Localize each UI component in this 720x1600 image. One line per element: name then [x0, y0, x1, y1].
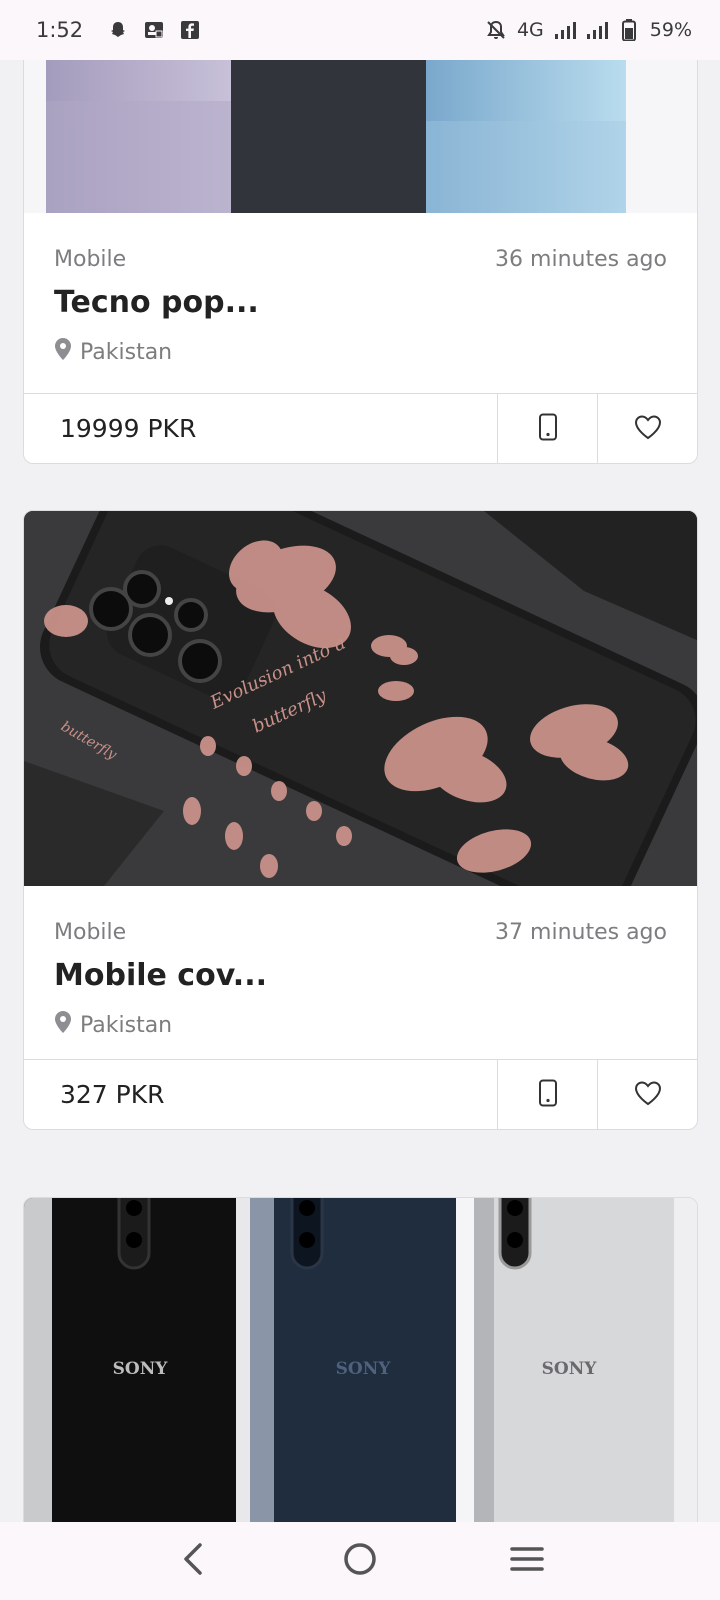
- listing-image[interactable]: SONY SONY SONY: [24, 1198, 697, 1522]
- location-pin-icon: [54, 1010, 72, 1040]
- battery-icon: [618, 19, 640, 41]
- listing-card[interactable]: Mobile 36 minutes ago Tecno pop... Pakis…: [23, 60, 698, 464]
- contact-card-icon: [143, 19, 165, 41]
- snapchat-icon: [107, 19, 129, 41]
- back-chevron-icon: [180, 1542, 206, 1580]
- location-text: Pakistan: [80, 1012, 173, 1038]
- home-button[interactable]: [330, 1531, 390, 1591]
- heart-icon: [634, 414, 662, 444]
- listing-location: Pakistan: [54, 1010, 172, 1040]
- listing-image[interactable]: [24, 60, 697, 213]
- listing-price: 19999 PKR: [60, 414, 197, 443]
- mute-icon: [485, 19, 507, 41]
- recents-button[interactable]: [497, 1531, 557, 1591]
- listing-title[interactable]: Mobile cov...: [54, 958, 267, 993]
- listing-location: Pakistan: [54, 337, 172, 367]
- listing-category: Mobile: [54, 920, 127, 945]
- listing-image[interactable]: Evolusion into a butterfly butterfly: [24, 511, 697, 886]
- status-time: 1:52: [36, 18, 84, 42]
- price-row: 19999 PKR: [24, 393, 697, 463]
- listing-card[interactable]: SONY SONY SONY: [23, 1197, 698, 1522]
- listing-time: 36 minutes ago: [495, 247, 667, 272]
- favorite-button[interactable]: [597, 394, 697, 463]
- menu-lines-icon: [509, 1545, 544, 1577]
- price-row: 327 PKR: [24, 1059, 697, 1129]
- brand-logo-text: SONY: [542, 1359, 598, 1379]
- status-bar: 1:52 4G 59%: [0, 0, 720, 60]
- butterfly-case-photo-image: Evolusion into a butterfly butterfly: [24, 511, 697, 886]
- home-circle-icon: [343, 1542, 377, 1580]
- call-button[interactable]: [497, 394, 597, 463]
- listing-price: 327 PKR: [60, 1080, 165, 1109]
- listing-title[interactable]: Tecno pop...: [54, 285, 259, 320]
- phone-photo-image: [46, 60, 626, 213]
- location-text: Pakistan: [80, 339, 173, 365]
- facebook-icon: [179, 19, 201, 41]
- listing-time: 37 minutes ago: [495, 920, 667, 945]
- listing-card[interactable]: Evolusion into a butterfly butterfly Mob…: [23, 510, 698, 1130]
- system-navigation-bar: [0, 1522, 720, 1600]
- signal-icon: [554, 19, 576, 41]
- signal-icon: [586, 19, 608, 41]
- phone-icon: [538, 413, 558, 445]
- brand-logo-text: SONY: [336, 1359, 392, 1379]
- brand-logo-text: SONY: [113, 1359, 169, 1379]
- location-pin-icon: [54, 337, 72, 367]
- listing-category: Mobile: [54, 247, 127, 272]
- battery-level: 59%: [649, 19, 692, 41]
- network-type: 4G: [516, 19, 544, 41]
- phone-icon: [538, 1079, 558, 1111]
- listings-feed[interactable]: Mobile 36 minutes ago Tecno pop... Pakis…: [0, 60, 720, 1522]
- favorite-button[interactable]: [597, 1060, 697, 1129]
- heart-icon: [634, 1080, 662, 1110]
- back-button[interactable]: [163, 1531, 223, 1591]
- sony-phones-photo-image: SONY SONY SONY: [24, 1198, 697, 1522]
- call-button[interactable]: [497, 1060, 597, 1129]
